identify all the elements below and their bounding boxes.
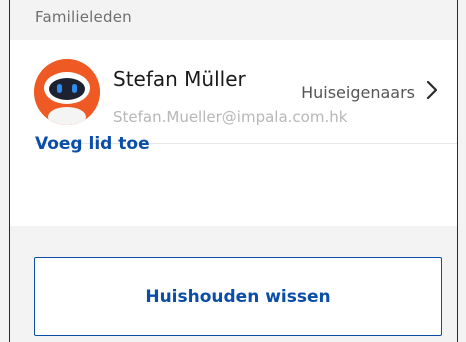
section-title: Familieleden [35,8,132,26]
clear-household-button[interactable]: Huishouden wissen [34,257,442,336]
clear-household-label: Huishouden wissen [145,286,331,307]
member-name: Stefan Müller [113,67,246,91]
robot-avatar-icon [34,59,100,125]
member-email: Stefan.Mueller@impala.com.hk [113,108,348,126]
chevron-right-icon [423,79,441,101]
member-row[interactable]: Stefan Müller Stefan.Mueller@impala.com.… [10,40,457,144]
members-card: Stefan Müller Stefan.Mueller@impala.com.… [10,40,457,226]
settings-panel: Familieleden Stefan Müller Stefan.Muelle… [9,0,458,342]
add-member-link[interactable]: Voeg lid toe [35,134,150,154]
member-role: Huiseigenaars [301,83,415,102]
section-header: Familieleden [10,0,457,40]
